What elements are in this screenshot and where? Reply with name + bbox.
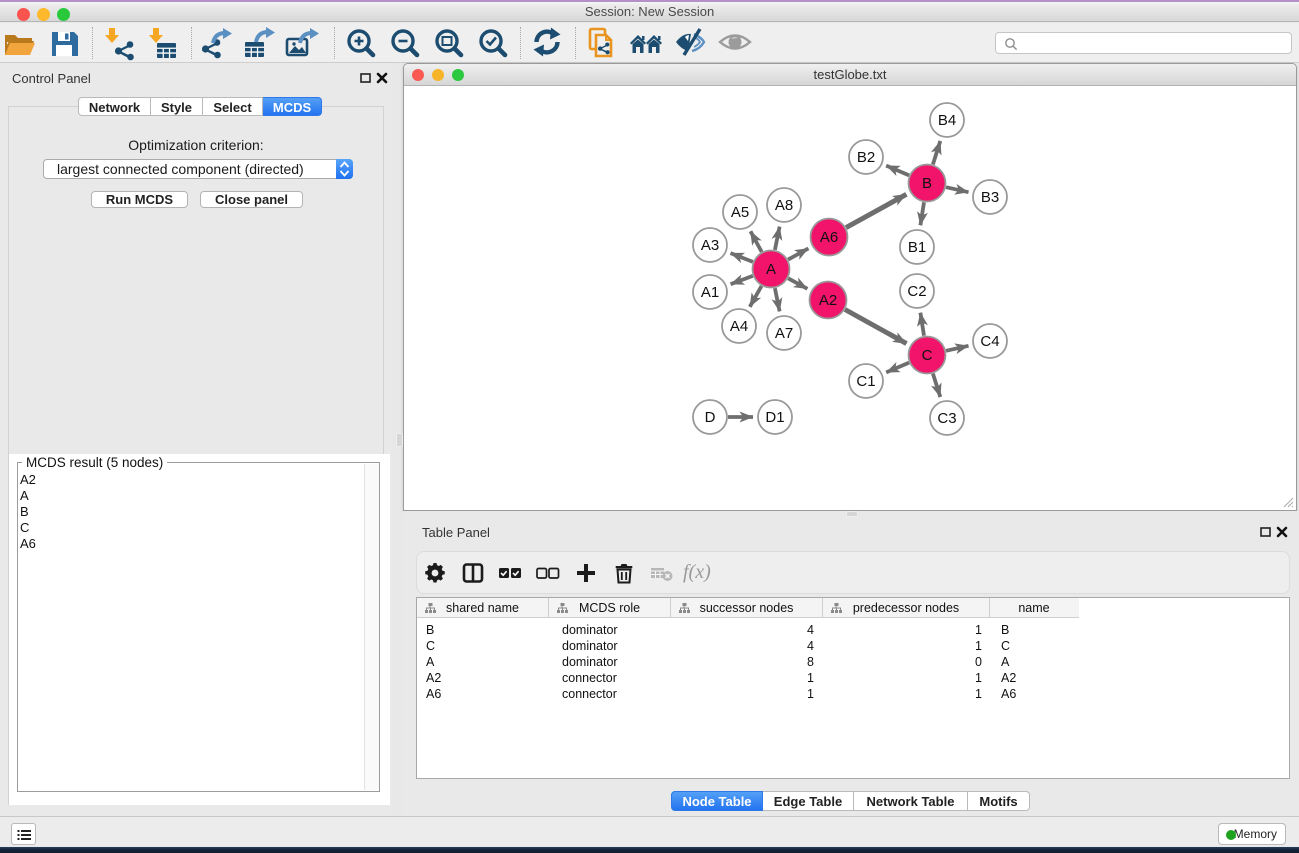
svg-text:A3: A3 bbox=[701, 237, 719, 254]
svg-text:A1: A1 bbox=[701, 284, 719, 301]
svg-text:A7: A7 bbox=[775, 325, 793, 342]
svg-text:B: B bbox=[922, 175, 932, 192]
svg-text:A5: A5 bbox=[731, 204, 749, 221]
svg-text:C4: C4 bbox=[980, 333, 999, 350]
svg-text:D: D bbox=[705, 409, 716, 426]
svg-text:C: C bbox=[922, 347, 933, 364]
svg-text:B4: B4 bbox=[938, 112, 956, 129]
svg-text:B1: B1 bbox=[908, 239, 926, 256]
svg-text:C1: C1 bbox=[856, 373, 875, 390]
svg-text:C3: C3 bbox=[937, 410, 956, 427]
svg-text:B2: B2 bbox=[857, 149, 875, 166]
svg-text:A2: A2 bbox=[819, 292, 837, 309]
svg-text:C2: C2 bbox=[907, 283, 926, 300]
svg-text:A4: A4 bbox=[730, 318, 748, 335]
svg-text:B3: B3 bbox=[981, 189, 999, 206]
svg-text:D1: D1 bbox=[765, 409, 784, 426]
svg-text:A: A bbox=[766, 261, 776, 278]
svg-text:A6: A6 bbox=[820, 229, 838, 246]
svg-text:A8: A8 bbox=[775, 197, 793, 214]
